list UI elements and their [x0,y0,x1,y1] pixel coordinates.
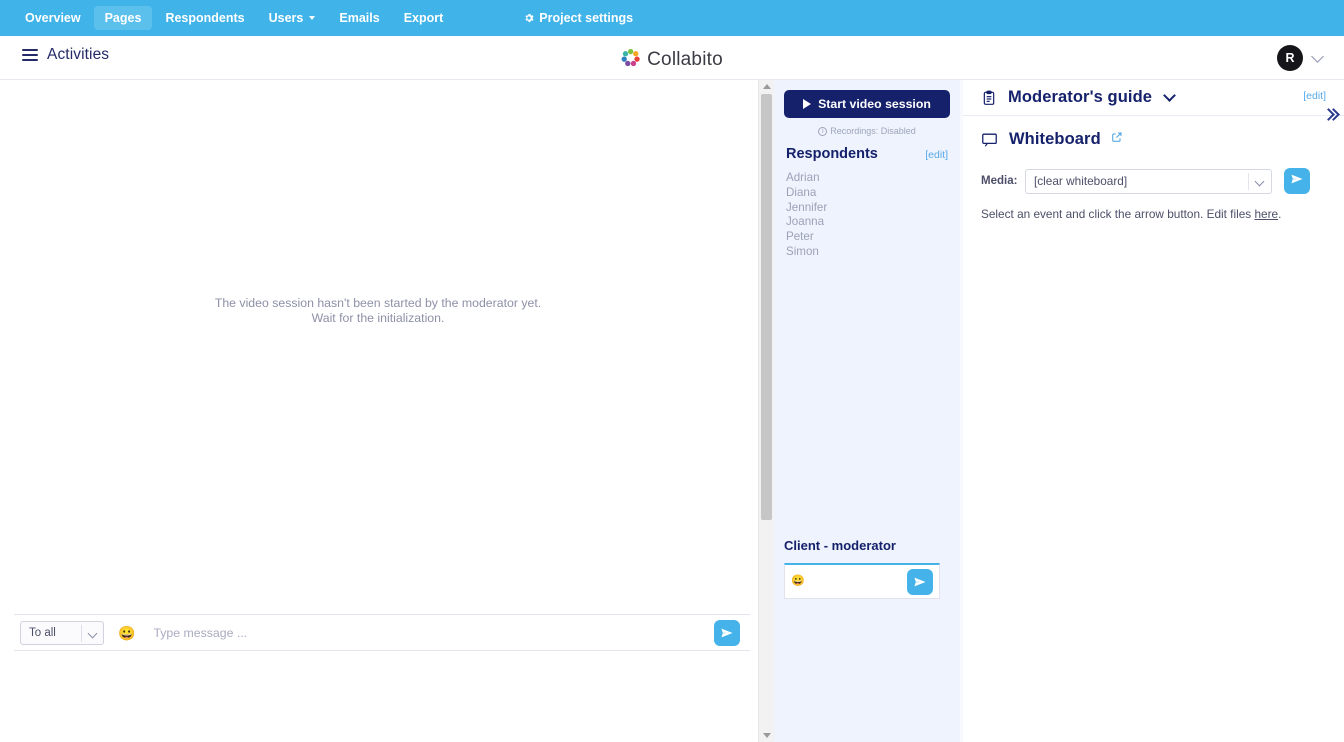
start-video-session-label: Start video session [818,97,931,111]
top-navigation-bar: Overview Pages Respondents Users Emails … [0,0,1344,36]
moderator-guide-header: Moderator's guide [edit] [963,80,1344,116]
media-send-button[interactable] [1284,168,1310,194]
main-scrollbar[interactable] [758,80,774,742]
activities-label: Activities [47,46,110,63]
scroll-up-arrow-icon[interactable] [759,80,774,93]
nav-item-users[interactable]: Users [258,6,327,30]
media-label: Media: [981,175,1018,187]
media-select[interactable]: [clear whiteboard] [1025,168,1272,194]
nav-item-overview-label: Overview [25,11,81,25]
gear-icon [523,12,535,24]
whiteboard-hint-prefix: Select an event and click the arrow butt… [981,207,1255,221]
respondents-header: Respondents [edit] [784,146,950,162]
list-item[interactable]: Simon [786,245,950,260]
nav-item-export[interactable]: Export [393,6,455,30]
video-session-message: The video session hasn't been started by… [0,296,756,326]
scrollbar-thumb[interactable] [761,94,772,520]
send-paper-plane-icon [720,626,734,640]
project-settings-button[interactable]: Project settings [512,6,644,30]
chevron-down-icon [309,16,316,20]
hamburger-icon [22,49,38,61]
nav-item-pages[interactable]: Pages [93,6,153,30]
list-item[interactable]: Joanna [786,215,950,230]
session-panel: Start video session i Recordings: Disabl… [774,80,960,742]
brand-name: Collabito [647,49,723,70]
list-item[interactable]: Adrian [786,171,950,186]
nav-item-pages-label: Pages [104,11,142,25]
chat-message-input[interactable] [151,624,714,641]
nav-item-respondents-label: Respondents [165,11,245,25]
nav-item-emails-label: Emails [339,11,380,25]
whiteboard-hint-suffix: . [1278,207,1282,221]
list-item[interactable]: Peter [786,230,950,245]
whiteboard-hint: Select an event and click the arrow butt… [963,207,1344,221]
clipboard-icon [981,90,997,106]
whiteboard-icon [981,131,998,148]
info-icon: i [818,126,828,136]
collabito-logo-icon [621,48,640,72]
external-link-icon[interactable] [1111,130,1123,148]
client-moderator-input-box[interactable]: 😀 [784,563,940,599]
nav-item-export-label: Export [403,11,444,25]
chevron-down-icon [1254,176,1265,186]
play-icon [803,99,812,109]
chat-recipient-value: To all [29,626,56,639]
collapse-panel-button[interactable] [1322,108,1340,121]
client-moderator-title: Client - moderator [784,538,896,553]
respondents-edit-link[interactable]: [edit] [925,149,948,161]
whiteboard-hint-link[interactable]: here [1254,207,1278,221]
guide-panel: Moderator's guide [edit] Whiteboard Medi… [960,80,1344,742]
nav-item-emails[interactable]: Emails [328,6,390,30]
nav-item-users-label: Users [268,11,304,25]
smiley-icon[interactable]: 😀 [791,576,805,587]
app-header: Activities Collabito R [0,36,1344,80]
respondents-list: Adrian Diana Jennifer Joanna Peter Simon [784,171,950,260]
avatar: R [1277,45,1303,71]
list-item[interactable]: Jennifer [786,201,950,216]
recordings-status: i Recordings: Disabled [784,126,950,136]
moderator-guide-title: Moderator's guide [1008,88,1153,106]
project-settings-label: Project settings [539,11,634,25]
send-paper-plane-icon [1290,172,1304,191]
video-session-message-line2: Wait for the initialization. [311,311,445,325]
video-session-message-line1: The video session hasn't been started by… [214,296,542,310]
whiteboard-header: Whiteboard [963,118,1344,160]
client-moderator-send-button[interactable] [907,568,933,595]
select-divider [1248,172,1249,190]
whiteboard-title: Whiteboard [1009,129,1101,148]
activities-menu-button[interactable]: Activities [22,46,109,64]
select-divider [81,624,82,642]
chevron-down-icon [1311,49,1324,63]
media-row: Media: [clear whiteboard] [963,168,1344,194]
recordings-status-label: Recordings: Disabled [830,126,916,136]
client-moderator-chat: Client - moderator 😀 [784,538,950,599]
nav-item-overview[interactable]: Overview [14,6,92,30]
respondents-title: Respondents [786,146,878,162]
nav-item-respondents[interactable]: Respondents [154,6,255,30]
chevron-down-icon [87,628,98,638]
start-video-session-button[interactable]: Start video session [784,90,950,118]
media-select-value: [clear whiteboard] [1034,174,1128,188]
smiley-icon[interactable]: 😀 [118,626,135,640]
user-menu[interactable]: R [1277,45,1324,71]
chevron-down-icon[interactable] [1163,88,1176,102]
scroll-down-arrow-icon[interactable] [759,729,774,742]
chat-input-bar: To all 😀 [14,614,750,651]
moderator-guide-edit-link[interactable]: [edit] [1303,90,1326,102]
chat-recipient-select[interactable]: To all [20,620,104,645]
video-session-area: The video session hasn't been started by… [0,80,756,610]
send-paper-plane-icon [913,575,927,589]
list-item[interactable]: Diana [786,186,950,201]
brand: Collabito [621,48,723,72]
chat-send-button[interactable] [714,619,740,646]
